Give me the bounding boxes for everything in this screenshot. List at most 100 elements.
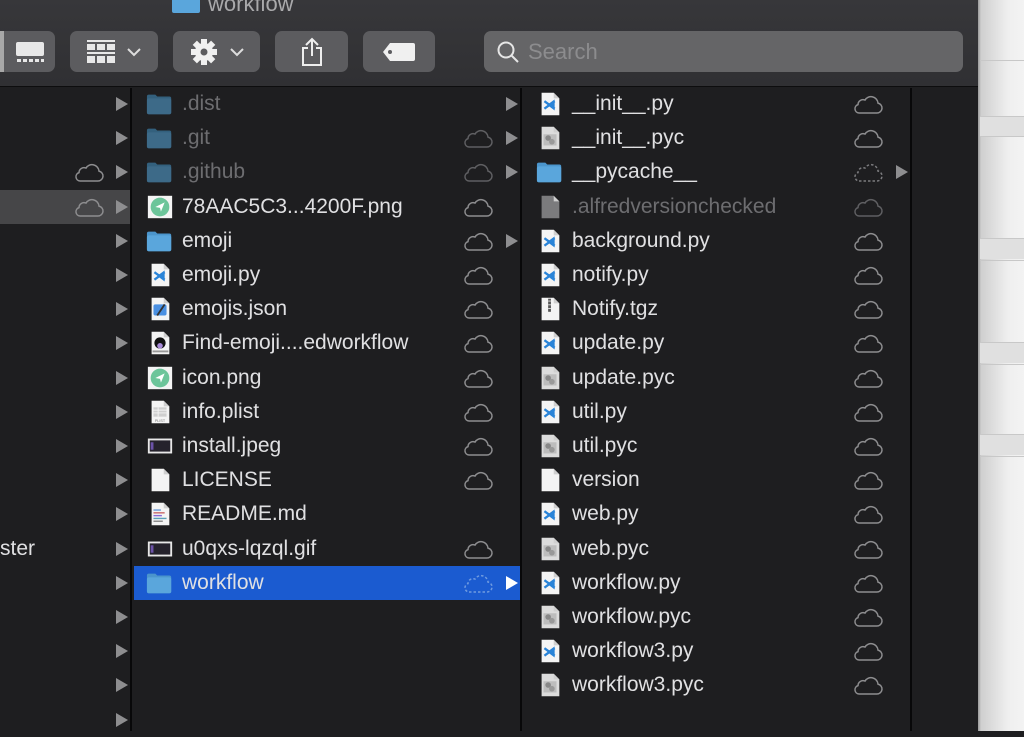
file-row[interactable]: [0, 600, 130, 634]
icloud-download-icon[interactable]: [462, 572, 494, 594]
icloud-icon[interactable]: [462, 538, 494, 560]
disclosure-arrow-icon[interactable]: [116, 541, 128, 556]
file-row[interactable]: [0, 668, 130, 702]
file-row[interactable]: emoji: [134, 224, 520, 258]
file-row[interactable]: LICENSE: [134, 463, 520, 497]
tag-button[interactable]: [363, 31, 435, 72]
disclosure-arrow-icon[interactable]: [506, 131, 518, 146]
file-row[interactable]: [0, 258, 130, 292]
file-row[interactable]: workflow3.pyc: [524, 668, 910, 702]
file-row[interactable]: __init__.py: [524, 87, 910, 121]
icloud-icon[interactable]: [462, 469, 494, 491]
file-row[interactable]: workflow.py: [524, 566, 910, 600]
action-button[interactable]: [173, 31, 260, 72]
disclosure-arrow-icon[interactable]: [116, 165, 128, 180]
file-row[interactable]: [0, 224, 130, 258]
file-row[interactable]: ster: [0, 532, 130, 566]
group-by-button[interactable]: [70, 31, 158, 72]
disclosure-arrow-icon[interactable]: [116, 644, 128, 659]
disclosure-arrow-icon[interactable]: [506, 575, 518, 590]
file-row[interactable]: web.pyc: [524, 532, 910, 566]
file-row[interactable]: workflow3.py: [524, 634, 910, 668]
share-button[interactable]: [275, 31, 348, 72]
search-field[interactable]: [484, 31, 963, 72]
icloud-icon[interactable]: [73, 196, 105, 218]
file-row[interactable]: util.py: [524, 395, 910, 429]
file-row[interactable]: emojis.json: [134, 292, 520, 326]
file-row[interactable]: [0, 121, 130, 155]
file-row[interactable]: Notify.tgz: [524, 292, 910, 326]
icloud-icon[interactable]: [462, 196, 494, 218]
disclosure-arrow-icon[interactable]: [116, 439, 128, 453]
disclosure-arrow-icon[interactable]: [116, 336, 128, 351]
disclosure-arrow-icon[interactable]: [116, 268, 128, 282]
icloud-icon[interactable]: [462, 332, 494, 354]
disclosure-arrow-icon[interactable]: [116, 97, 128, 111]
disclosure-arrow-icon[interactable]: [116, 712, 128, 727]
icloud-icon[interactable]: [462, 264, 494, 286]
disclosure-arrow-icon[interactable]: [506, 233, 518, 248]
file-row[interactable]: .github: [134, 155, 520, 189]
file-row[interactable]: [0, 326, 130, 360]
disclosure-arrow-icon[interactable]: [116, 610, 128, 624]
disclosure-arrow-icon[interactable]: [506, 165, 518, 180]
icloud-icon[interactable]: [73, 161, 105, 183]
file-row[interactable]: util.pyc: [524, 429, 910, 463]
disclosure-arrow-icon[interactable]: [116, 370, 128, 385]
file-row[interactable]: notify.py: [524, 258, 910, 292]
file-row[interactable]: [0, 395, 130, 429]
disclosure-arrow-icon[interactable]: [116, 233, 128, 248]
file-row[interactable]: .alfredversionchecked: [524, 190, 910, 224]
icloud-icon[interactable]: [852, 401, 884, 423]
icloud-icon[interactable]: [462, 435, 494, 457]
file-row[interactable]: .dist: [134, 87, 520, 121]
file-row[interactable]: emoji.py: [134, 258, 520, 292]
icloud-icon[interactable]: [852, 332, 884, 354]
disclosure-arrow-icon[interactable]: [116, 473, 128, 488]
icloud-download-icon[interactable]: [852, 161, 884, 183]
file-row[interactable]: background.py: [524, 224, 910, 258]
file-row[interactable]: [0, 292, 130, 326]
search-input[interactable]: [528, 38, 928, 65]
file-row[interactable]: Find-emoji....edworkflow: [134, 326, 520, 360]
icloud-icon[interactable]: [852, 435, 884, 457]
icloud-icon[interactable]: [852, 367, 884, 389]
view-mode-button[interactable]: [0, 31, 55, 72]
icloud-icon[interactable]: [852, 640, 884, 662]
icloud-icon[interactable]: [462, 367, 494, 389]
disclosure-arrow-icon[interactable]: [116, 199, 128, 214]
file-row[interactable]: __pycache__: [524, 155, 910, 189]
file-row[interactable]: u0qxs-lqzql.gif: [134, 532, 520, 566]
icloud-icon[interactable]: [462, 401, 494, 423]
disclosure-arrow-icon[interactable]: [506, 97, 518, 111]
icloud-icon[interactable]: [852, 298, 884, 320]
file-row[interactable]: install.jpeg: [134, 429, 520, 463]
icloud-icon[interactable]: [462, 230, 494, 252]
icloud-icon[interactable]: [852, 127, 884, 149]
disclosure-arrow-icon[interactable]: [116, 507, 128, 522]
file-row[interactable]: PLIST info.plist: [134, 395, 520, 429]
icloud-icon[interactable]: [852, 469, 884, 491]
disclosure-arrow-icon[interactable]: [116, 131, 128, 146]
icloud-icon[interactable]: [462, 127, 494, 149]
icloud-icon[interactable]: [462, 161, 494, 183]
file-row[interactable]: [0, 566, 130, 600]
icloud-icon[interactable]: [852, 606, 884, 628]
file-row[interactable]: [0, 361, 130, 395]
icloud-icon[interactable]: [852, 196, 884, 218]
disclosure-arrow-icon[interactable]: [896, 165, 908, 180]
file-row[interactable]: [0, 155, 130, 189]
icloud-icon[interactable]: [852, 572, 884, 594]
file-row[interactable]: [0, 189, 130, 224]
disclosure-arrow-icon[interactable]: [116, 678, 128, 693]
disclosure-arrow-icon[interactable]: [116, 404, 128, 419]
icloud-icon[interactable]: [852, 230, 884, 252]
file-row[interactable]: [0, 634, 130, 668]
icloud-icon[interactable]: [462, 298, 494, 320]
file-row[interactable]: [0, 703, 130, 737]
icloud-icon[interactable]: [852, 674, 884, 696]
file-row[interactable]: [0, 87, 130, 121]
icloud-icon[interactable]: [852, 538, 884, 560]
file-row[interactable]: version: [524, 463, 910, 497]
file-row[interactable]: update.pyc: [524, 361, 910, 395]
